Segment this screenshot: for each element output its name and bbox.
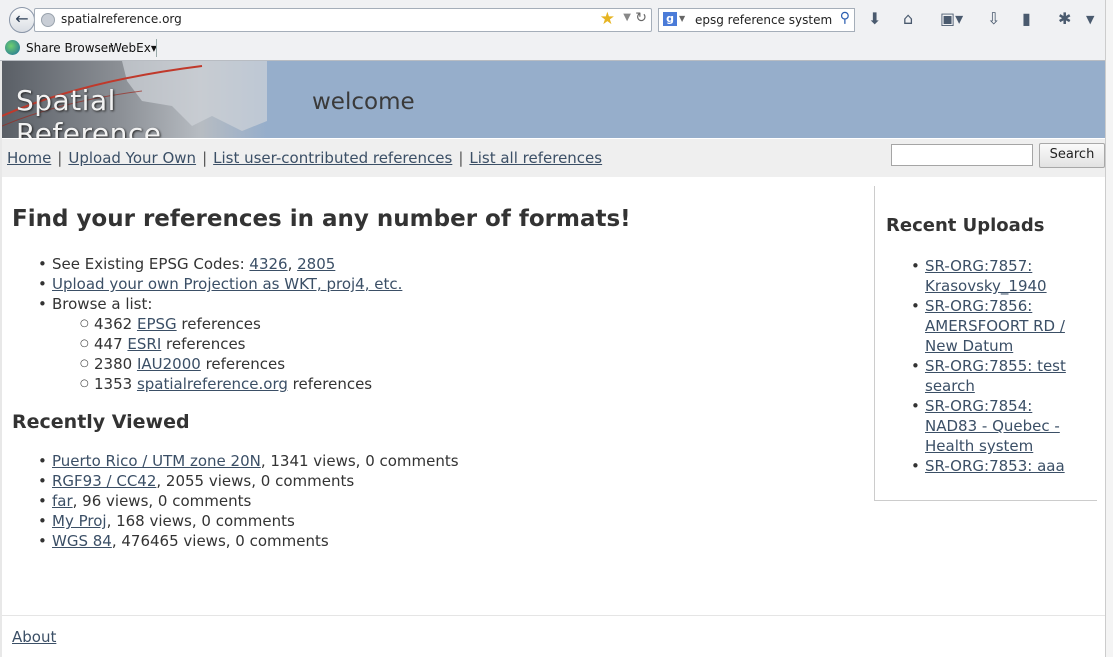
browse-suffix: references [287, 375, 373, 393]
browse-count: 4362 [94, 315, 133, 333]
reload-icon[interactable]: ↻ [635, 10, 647, 26]
address-bar[interactable]: spatialreference.org ★ ▼ ↻ [34, 8, 652, 32]
list-item: far, 96 views, 0 comments [38, 491, 459, 511]
list-item: SR-ORG:7853: aaa [911, 456, 1071, 476]
recently-viewed-title: Recently Viewed [12, 411, 190, 433]
about-link[interactable]: About [12, 628, 56, 646]
recent-link[interactable]: Puerto Rico / UTM zone 20N [52, 452, 261, 470]
browse-item: 2380 IAU2000 references [80, 354, 402, 374]
nav-upload-link[interactable]: Upload Your Own [68, 149, 196, 167]
site-header: Spatial Reference welcome [2, 61, 1105, 138]
menu-dropdown-icon[interactable]: ▼ [1086, 13, 1094, 26]
site-globe-icon [41, 13, 55, 27]
browse-iau2000-link[interactable]: IAU2000 [137, 355, 201, 373]
recent-stats: , 168 views, 0 comments [106, 512, 295, 530]
upload-projection-link[interactable]: Upload your own Projection as WKT, proj4… [52, 275, 402, 293]
browse-suffix: references [176, 315, 261, 333]
upload-link[interactable]: SR-ORG:7856: AMERSFOORT RD / New Datum [925, 297, 1065, 355]
site-search-input[interactable] [891, 144, 1033, 166]
site-title[interactable]: Spatial Reference [16, 84, 267, 138]
footer-divider [2, 615, 1105, 616]
nav-list-user-link[interactable]: List user-contributed references [213, 149, 452, 167]
vertical-scrollbar[interactable] [1105, 0, 1113, 657]
nav-home-link[interactable]: Home [7, 149, 51, 167]
upload-link[interactable]: SR-ORG:7855: test search [925, 357, 1066, 395]
existing-codes-label: See Existing EPSG Codes: [52, 255, 250, 273]
back-arrow-icon[interactable]: ← [9, 7, 35, 33]
book-icon[interactable]: ▮ [1022, 9, 1031, 28]
bookmarks-bar: Share Browser WebEx▾ [0, 37, 1113, 59]
browse-sr-org-link[interactable]: spatialreference.org [137, 375, 288, 393]
recent-link[interactable]: My Proj [52, 512, 107, 530]
browse-esri-link[interactable]: ESRI [127, 335, 161, 353]
browse-count: 2380 [94, 355, 133, 373]
recent-link[interactable]: WGS 84 [52, 532, 112, 550]
recent-link[interactable]: RGF93 / CC42 [52, 472, 156, 490]
list-item: RGF93 / CC42, 2055 views, 0 comments [38, 471, 459, 491]
browse-count: 447 [94, 335, 123, 353]
upload-link[interactable]: SR-ORG:7853: aaa [925, 457, 1065, 475]
epsg-2805-link[interactable]: 2805 [297, 255, 335, 273]
share-browser-icon[interactable] [5, 40, 20, 55]
bookmark-webex[interactable]: WebEx▾ [110, 41, 157, 55]
browse-list: 4362 EPSG references 447 ESRI references… [80, 314, 402, 394]
bookmark-divider [156, 39, 157, 57]
list-item: SR-ORG:7854: NAD83 - Quebec - Health sys… [911, 396, 1071, 456]
list-item: My Proj, 168 views, 0 comments [38, 511, 459, 531]
recent-link[interactable]: far [52, 492, 73, 510]
list-item: SR-ORG:7856: AMERSFOORT RD / New Datum [911, 296, 1071, 356]
page-title: Find your references in any number of fo… [12, 206, 631, 232]
browse-suffix: references [161, 335, 246, 353]
browse-count: 1353 [94, 375, 133, 393]
list-item: SR-ORG:7857: Krasovsky_1940 [911, 256, 1071, 296]
list-item: SR-ORG:7855: test search [911, 356, 1071, 396]
recent-uploads-sidebar: Recent Uploads SR-ORG:7857: Krasovsky_19… [874, 186, 1097, 501]
browse-item: 4362 EPSG references [80, 314, 402, 334]
addon-icon[interactable]: ✱ [1058, 9, 1071, 28]
recent-stats: , 1341 views, 0 comments [260, 452, 459, 470]
recent-stats: , 476465 views, 0 comments [111, 532, 329, 550]
recent-uploads-title: Recent Uploads [886, 215, 1045, 236]
upload-link[interactable]: SR-ORG:7857: Krasovsky_1940 [925, 257, 1047, 295]
downloads-icon[interactable]: ⇩ [987, 9, 1000, 28]
google-engine-icon[interactable]: g [663, 12, 677, 26]
bookmark-star-icon[interactable]: ★ [600, 9, 615, 29]
browser-search-input[interactable]: epsg reference system [695, 13, 832, 27]
browse-item: 1353 spatialreference.org references [80, 374, 402, 394]
site-search-button[interactable]: Search [1039, 143, 1105, 168]
browse-suffix: references [200, 355, 286, 373]
url-text[interactable]: spatialreference.org [61, 12, 182, 26]
list-item: Upload your own Projection as WKT, proj4… [38, 274, 402, 294]
recent-stats: , 2055 views, 0 comments [156, 472, 355, 490]
browse-label: Browse a list: [52, 295, 153, 313]
recently-viewed-list: Puerto Rico / UTM zone 20N, 1341 views, … [38, 451, 459, 551]
nav-separator: | [458, 149, 464, 167]
home-icon[interactable]: ⌂ [903, 9, 913, 28]
engine-dropdown-icon[interactable]: ▼ [679, 14, 685, 23]
list-item: Puerto Rico / UTM zone 20N, 1341 views, … [38, 451, 459, 471]
epsg-4326-link[interactable]: 4326 [249, 255, 287, 273]
browse-item: 447 ESRI references [80, 334, 402, 354]
download-arrow-icon[interactable]: ⬇ [868, 9, 881, 28]
site-nav: Home | Upload Your Own | List user-contribut… [2, 139, 1105, 177]
recent-uploads-list: SR-ORG:7857: Krasovsky_1940 SR-ORG:7856:… [911, 256, 1071, 476]
features-list: See Existing EPSG Codes: 4326, 2805 Uplo… [38, 254, 402, 394]
browser-toolbar: ← spatialreference.org ★ ▼ ↻ g ▼ epsg re… [0, 0, 1113, 61]
nav-separator: | [202, 149, 208, 167]
upload-link[interactable]: SR-ORG:7854: NAD83 - Quebec - Health sys… [925, 397, 1060, 455]
site-banner[interactable]: Spatial Reference [2, 61, 267, 138]
browser-search-bar[interactable]: g ▼ epsg reference system ⚲ [658, 8, 855, 32]
magnifier-icon[interactable]: ⚲ [840, 10, 850, 26]
recent-stats: , 96 views, 0 comments [72, 492, 252, 510]
nav-separator: | [57, 149, 63, 167]
nav-list-all-link[interactable]: List all references [469, 149, 602, 167]
history-dropdown-icon[interactable]: ▼ [623, 12, 631, 23]
browse-epsg-link[interactable]: EPSG [137, 315, 177, 333]
list-item: See Existing EPSG Codes: 4326, 2805 [38, 254, 402, 274]
list-item: WGS 84, 476465 views, 0 comments [38, 531, 459, 551]
welcome-text: welcome [312, 89, 415, 115]
list-item: Browse a list: 4362 EPSG references 447 … [38, 294, 402, 394]
bookmarks-menu-icon[interactable]: ▣▾ [940, 9, 963, 28]
bookmark-share-browser[interactable]: Share Browser [26, 41, 113, 55]
